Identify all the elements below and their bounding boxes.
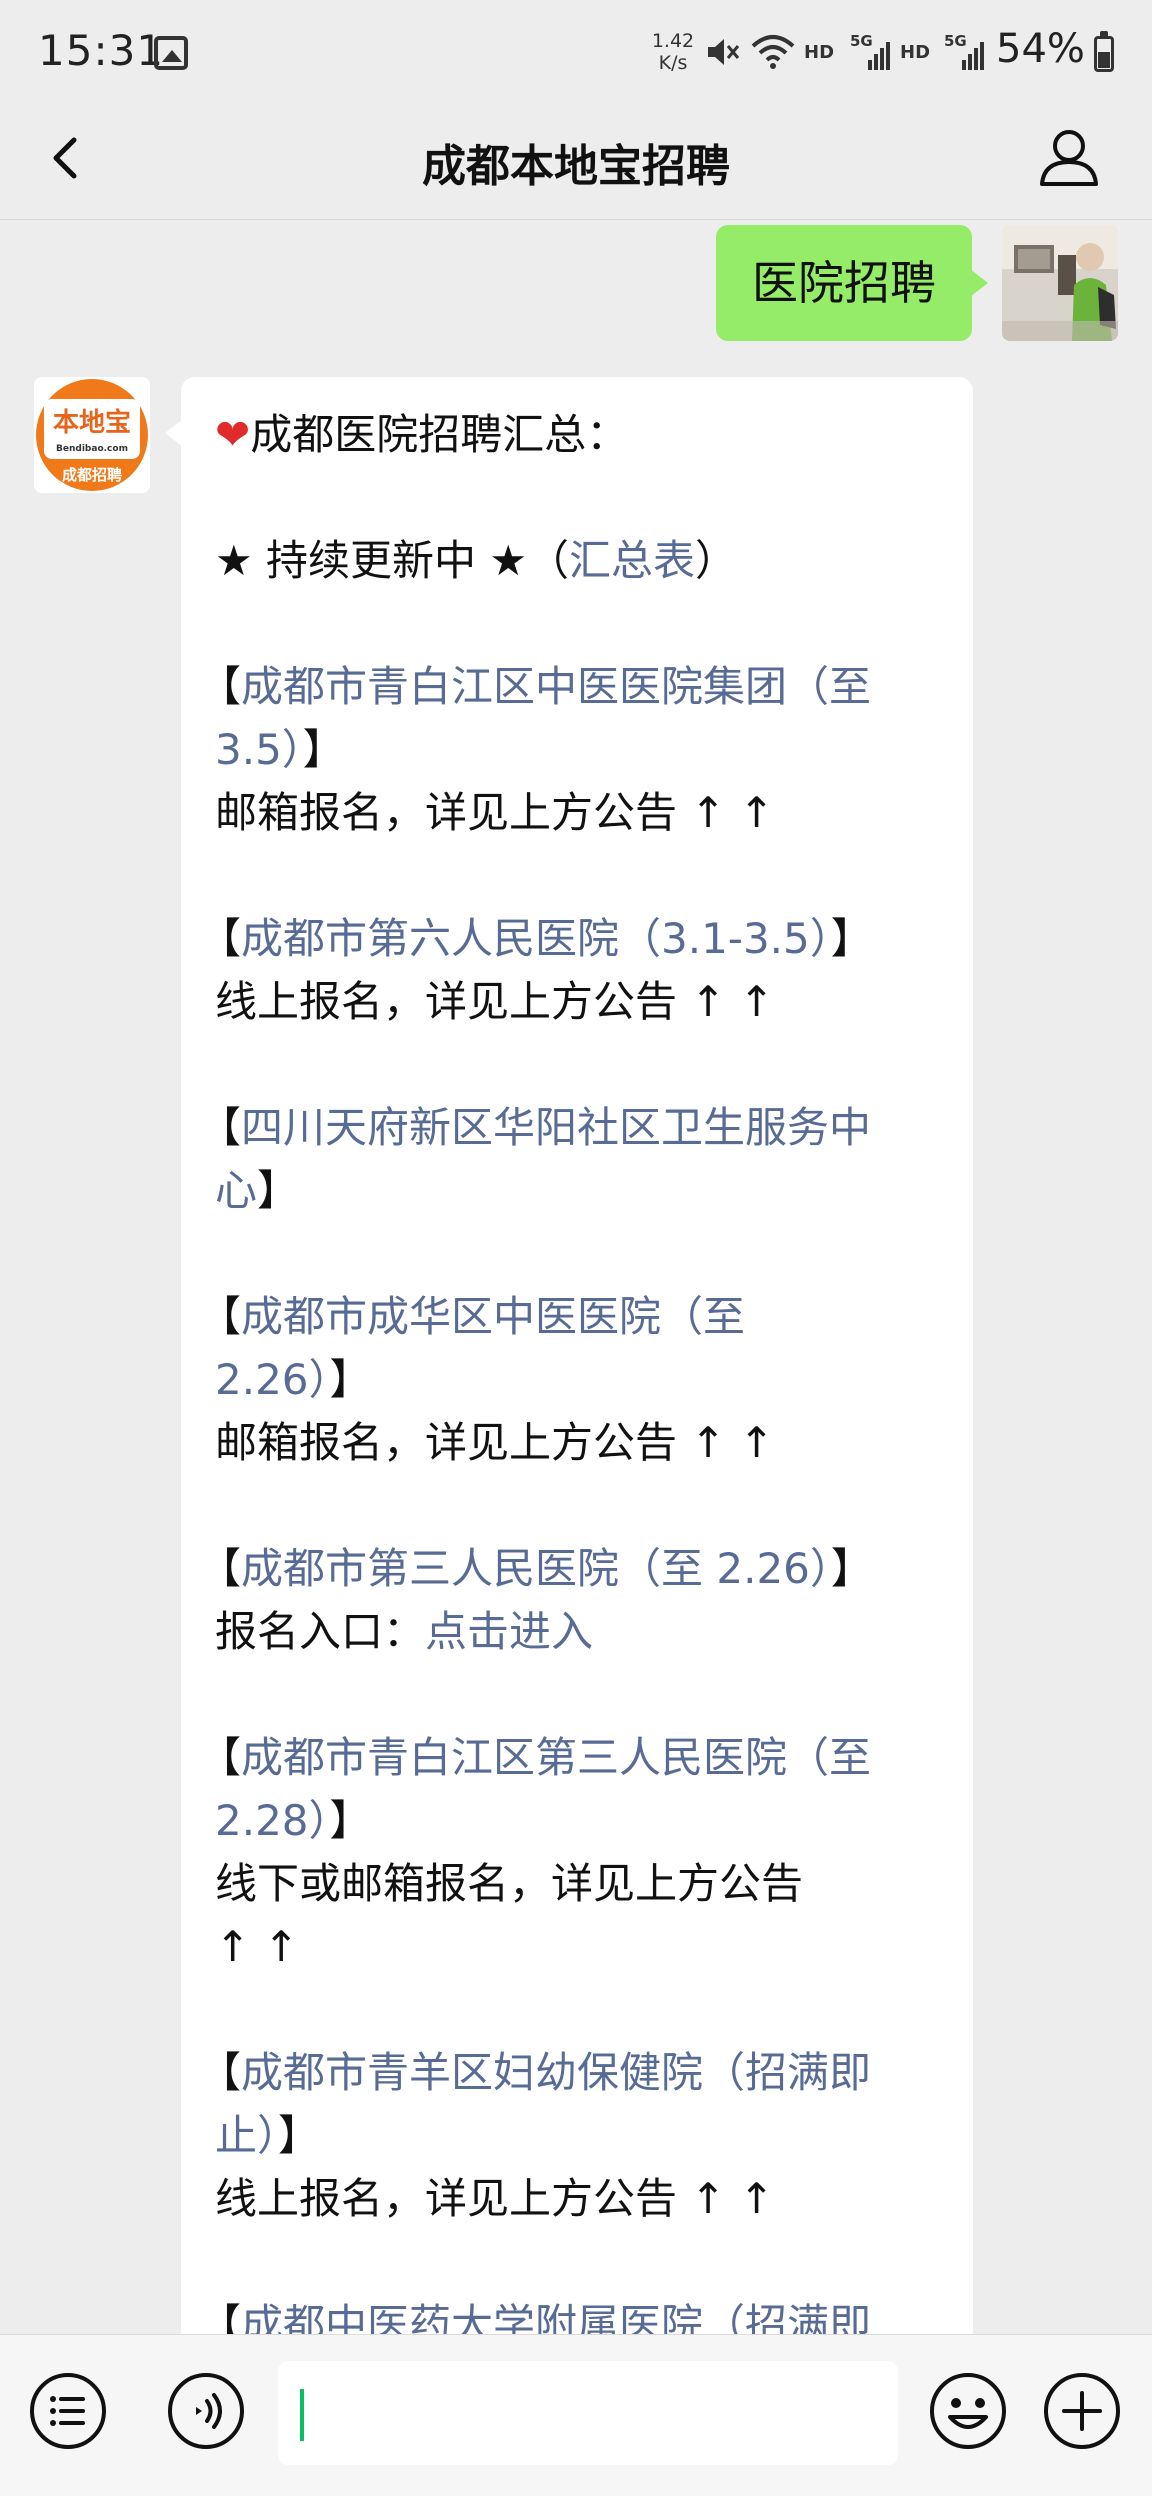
message-input[interactable]: [278, 2361, 898, 2465]
job-link-5[interactable]: 成都市第三人民医院（至 2.26）: [241, 1544, 831, 1593]
logo-text-bottom: 成都招聘: [62, 466, 122, 484]
user-photo: [1002, 225, 1118, 341]
job-note-1: 邮箱报名，详见上方公告 ↑ ↑: [215, 788, 775, 837]
my-message-bubble[interactable]: 医院招聘: [716, 225, 988, 341]
list-item: 【成都市第六人民医院（3.1-3.5）】: [199, 914, 873, 963]
status-time: 15:31: [38, 26, 165, 75]
job-note-4: 邮箱报名，详见上方公告 ↑ ↑: [215, 1418, 775, 1467]
logo-text-mid: Bendibao.com: [56, 444, 128, 454]
wifi-icon: [751, 35, 795, 69]
job-note-6-cont: ↑ ↑: [215, 1922, 299, 1971]
signal-icon-1: [868, 42, 890, 70]
my-avatar[interactable]: [1002, 225, 1118, 341]
job-link-8[interactable]: 成都中医药大学附属医院（招满即: [241, 2300, 871, 2334]
job-link-7[interactable]: 成都市青羊区妇幼保健院（招满即: [241, 2048, 871, 2097]
list-icon: [30, 2373, 106, 2449]
chat-title: 成都本地宝招聘: [422, 141, 730, 192]
logo-text-top: 本地宝: [53, 407, 131, 438]
job-link-1[interactable]: 成都市青白江区中医医院集团（至: [241, 662, 871, 711]
list-item: 【成都中医药大学附属医院（招满即: [199, 2293, 939, 2334]
job-link-3[interactable]: 四川天府新区华阳社区卫生服务中: [241, 1103, 871, 1152]
chat-area[interactable]: 医院招聘 本地宝 Bendibao.com 成都招聘 ❤成都医院招聘汇总： ★ …: [0, 221, 1152, 2334]
updating-line: ★ 持续更新中 ★（汇总表）: [215, 536, 738, 585]
job-link-4[interactable]: 成都市成华区中医医院（至: [241, 1292, 745, 1341]
gallery-notification-icon: [154, 36, 188, 70]
list-item: 【四川天府新区华阳社区卫生服务中: [199, 1103, 872, 1152]
input-bar: [0, 2334, 1152, 2496]
heart-icon: ❤: [215, 410, 251, 459]
battery-percent: 54%: [996, 26, 1085, 72]
job-note-7: 线上报名，详见上方公告 ↑ ↑: [215, 2174, 775, 2223]
list-item: 【成都市青白江区第三人民医院（至: [199, 1733, 872, 1782]
person-icon: [1040, 130, 1098, 186]
status-bar: 15:31 1.42 K/s HD 5G HD 5G 54%: [0, 0, 1152, 104]
job-link-7-cont[interactable]: 止）: [215, 2111, 278, 2160]
job-link-1-cont[interactable]: 3.5）: [215, 725, 303, 774]
job-note-6: 线下或邮箱报名，详见上方公告: [215, 1859, 804, 1908]
emoji-icon: [930, 2373, 1006, 2449]
bot-message-bubble[interactable]: ❤成都医院招聘汇总： ★ 持续更新中 ★（汇总表） 【成都市青白江区中医医院集团…: [165, 377, 973, 2334]
job-note-2: 线上报名，详见上方公告 ↑ ↑: [215, 977, 775, 1026]
text-caret: [300, 2389, 304, 2441]
summary-table-link[interactable]: 汇总表: [569, 536, 695, 585]
emoji-button[interactable]: [928, 2371, 1008, 2451]
list-item: 【成都市成华区中医医院（至: [199, 1292, 746, 1341]
list-item: 【成都市青羊区妇幼保健院（招满即: [199, 2048, 872, 2097]
voice-button[interactable]: [166, 2371, 246, 2451]
message-title: ❤成都医院招聘汇总：: [215, 410, 629, 459]
job-link-3-cont[interactable]: 心: [215, 1166, 257, 1215]
bot-avatar[interactable]: 本地宝 Bendibao.com 成都招聘: [34, 377, 150, 493]
signal-icon-2: [962, 42, 984, 70]
apply-link[interactable]: 点击进入: [425, 1607, 593, 1656]
list-item: 【成都市第三人民医院（至 2.26）】: [199, 1544, 873, 1593]
job-link-6[interactable]: 成都市青白江区第三人民医院（至: [241, 1733, 871, 1782]
job-link-6-cont[interactable]: 2.28）: [215, 1796, 330, 1845]
mute-icon: [708, 39, 740, 65]
voice-icon: [168, 2373, 244, 2449]
hd-badge-1: HD: [804, 42, 835, 63]
plus-icon: [1044, 2373, 1120, 2449]
job-link-2[interactable]: 成都市第六人民医院（3.1-3.5）: [241, 914, 831, 963]
battery-icon: [1094, 31, 1114, 72]
job-link-4-cont[interactable]: 2.26）: [215, 1355, 330, 1404]
job-note-5: 报名入口：点击进入: [215, 1607, 594, 1656]
bendibao-logo: 本地宝 Bendibao.com 成都招聘: [34, 377, 150, 493]
list-item: 【成都市青白江区中医医院集团（至: [199, 662, 872, 711]
network-speed: 1.42 K/s: [651, 30, 695, 74]
menu-button[interactable]: [28, 2371, 108, 2451]
hd-badge-2: HD: [900, 42, 931, 63]
profile-button[interactable]: [1034, 122, 1104, 192]
more-button[interactable]: [1042, 2371, 1122, 2451]
battery-fill: [1098, 51, 1110, 68]
nav-bar: 成都本地宝招聘: [0, 104, 1152, 220]
